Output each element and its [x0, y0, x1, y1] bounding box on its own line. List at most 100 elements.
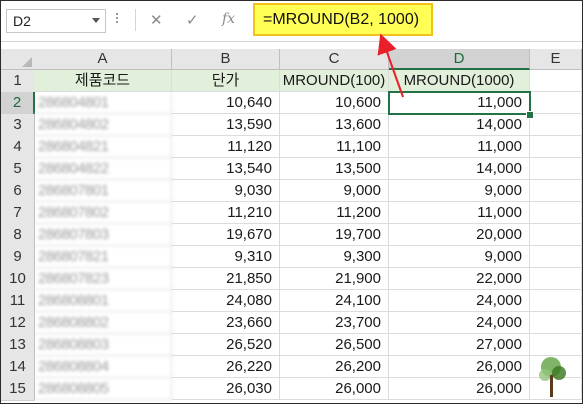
- cell-e-empty[interactable]: [530, 268, 582, 290]
- cell-mround100[interactable]: 26,000: [280, 378, 389, 400]
- cell-e-empty[interactable]: [530, 92, 582, 114]
- cell-mround100[interactable]: 11,200: [280, 202, 389, 224]
- cell-mround1000[interactable]: 11,000: [389, 92, 530, 114]
- cell-mround1000[interactable]: 11,000: [389, 202, 530, 224]
- header-cell-a[interactable]: 제품코드: [34, 70, 172, 92]
- cell-price[interactable]: 24,080: [172, 290, 280, 312]
- row-header-12[interactable]: 12: [1, 312, 35, 335]
- cell-price[interactable]: 10,640: [172, 92, 280, 114]
- cell-price[interactable]: 9,310: [172, 246, 280, 268]
- cell-e-empty[interactable]: [530, 290, 582, 312]
- cell-mround100[interactable]: 24,100: [280, 290, 389, 312]
- cell-price[interactable]: 23,660: [172, 312, 280, 334]
- cell-mround100[interactable]: 9,000: [280, 180, 389, 202]
- cell-code[interactable]: 286807821: [34, 246, 172, 268]
- cell-code[interactable]: 286807801: [34, 180, 172, 202]
- cell-mround100[interactable]: 9,300: [280, 246, 389, 268]
- cell-mround1000[interactable]: 9,000: [389, 246, 530, 268]
- select-all-button[interactable]: [1, 49, 35, 70]
- cell-price[interactable]: 13,540: [172, 158, 280, 180]
- cell-mround100[interactable]: 26,200: [280, 356, 389, 378]
- column-header-c[interactable]: C: [280, 49, 389, 70]
- cell-mround1000[interactable]: 20,000: [389, 224, 530, 246]
- cell-mround1000[interactable]: 24,000: [389, 312, 530, 334]
- cell-price[interactable]: 26,220: [172, 356, 280, 378]
- cell-mround100[interactable]: 13,600: [280, 114, 389, 136]
- row-header-6[interactable]: 6: [1, 180, 35, 203]
- cell-e-empty[interactable]: [530, 158, 582, 180]
- fill-handle[interactable]: [526, 111, 534, 119]
- cell-e-empty[interactable]: [530, 114, 582, 136]
- cell-price[interactable]: 26,030: [172, 378, 280, 400]
- cell-code[interactable]: 286804801: [34, 92, 172, 114]
- name-box[interactable]: D2: [6, 9, 106, 33]
- cell-mround100[interactable]: 19,700: [280, 224, 389, 246]
- cell-mround1000[interactable]: 14,000: [389, 158, 530, 180]
- cell-code[interactable]: 286807802: [34, 202, 172, 224]
- row-header-3[interactable]: 3: [1, 114, 35, 137]
- row-header-7[interactable]: 7: [1, 202, 35, 225]
- name-box-value: D2: [13, 13, 31, 29]
- cell-mround100[interactable]: 10,600: [280, 92, 389, 114]
- cell-e-empty[interactable]: [530, 312, 582, 334]
- cell-e-empty[interactable]: [530, 180, 582, 202]
- cell-code[interactable]: 286804822: [34, 158, 172, 180]
- cell-e-empty[interactable]: [530, 246, 582, 268]
- header-cell-b[interactable]: 단가: [172, 70, 280, 92]
- cell-mround100[interactable]: 26,500: [280, 334, 389, 356]
- cell-code[interactable]: 286808801: [34, 290, 172, 312]
- cell-code[interactable]: 286804802: [34, 114, 172, 136]
- row-header-14[interactable]: 14: [1, 356, 35, 379]
- row-header-8[interactable]: 8: [1, 224, 35, 247]
- row-header-1[interactable]: 1: [1, 70, 35, 93]
- cell-mround1000[interactable]: 9,000: [389, 180, 530, 202]
- cell-price[interactable]: 11,120: [172, 136, 280, 158]
- column-header-d[interactable]: D: [389, 49, 530, 70]
- cell-code[interactable]: 286807803: [34, 224, 172, 246]
- cell-mround100[interactable]: 11,100: [280, 136, 389, 158]
- row-header-10[interactable]: 10: [1, 268, 35, 291]
- row-header-13[interactable]: 13: [1, 334, 35, 357]
- column-header-a[interactable]: A: [34, 49, 172, 70]
- cell-code[interactable]: 286808803: [34, 334, 172, 356]
- resize-handle-icon[interactable]: [115, 11, 119, 29]
- cell-price[interactable]: 13,590: [172, 114, 280, 136]
- watermark-logo: [501, 353, 581, 403]
- cell-e-empty[interactable]: [530, 224, 582, 246]
- column-header-b[interactable]: B: [172, 49, 280, 70]
- cell-code[interactable]: 286804821: [34, 136, 172, 158]
- cell-e-empty[interactable]: [530, 136, 582, 158]
- header-cell-d[interactable]: MROUND(1000): [389, 70, 530, 92]
- cell-e1[interactable]: [530, 70, 582, 92]
- row-header-9[interactable]: 9: [1, 246, 35, 269]
- chevron-down-icon[interactable]: [92, 18, 100, 23]
- cell-e-empty[interactable]: [530, 202, 582, 224]
- row-header-5[interactable]: 5: [1, 158, 35, 181]
- cell-mround1000[interactable]: 14,000: [389, 114, 530, 136]
- row-header-2[interactable]: 2: [1, 92, 35, 115]
- cell-mround100[interactable]: 23,700: [280, 312, 389, 334]
- cell-price[interactable]: 9,030: [172, 180, 280, 202]
- cell-mround1000[interactable]: 24,000: [389, 290, 530, 312]
- formula-input[interactable]: =MROUND(B2, 1000): [253, 3, 433, 36]
- row-header-4[interactable]: 4: [1, 136, 35, 159]
- fx-icon[interactable]: fx: [222, 11, 235, 27]
- header-cell-c[interactable]: MROUND(100): [280, 70, 389, 92]
- cell-mround1000[interactable]: 22,000: [389, 268, 530, 290]
- cell-price[interactable]: 11,210: [172, 202, 280, 224]
- cell-mround1000[interactable]: 11,000: [389, 136, 530, 158]
- cell-mround100[interactable]: 21,900: [280, 268, 389, 290]
- cell-code[interactable]: 286808802: [34, 312, 172, 334]
- cell-mround100[interactable]: 13,500: [280, 158, 389, 180]
- cell-code[interactable]: 286808805: [34, 378, 172, 400]
- row-header-11[interactable]: 11: [1, 290, 35, 313]
- cell-price[interactable]: 26,520: [172, 334, 280, 356]
- cell-code[interactable]: 286808804: [34, 356, 172, 378]
- column-header-e[interactable]: E: [530, 49, 582, 70]
- cell-price[interactable]: 21,850: [172, 268, 280, 290]
- cell-price[interactable]: 19,670: [172, 224, 280, 246]
- row-header-15[interactable]: 15: [1, 378, 35, 401]
- cell-code[interactable]: 286807823: [34, 268, 172, 290]
- cancel-icon[interactable]: ✕: [150, 11, 163, 29]
- enter-icon[interactable]: ✓: [186, 11, 199, 29]
